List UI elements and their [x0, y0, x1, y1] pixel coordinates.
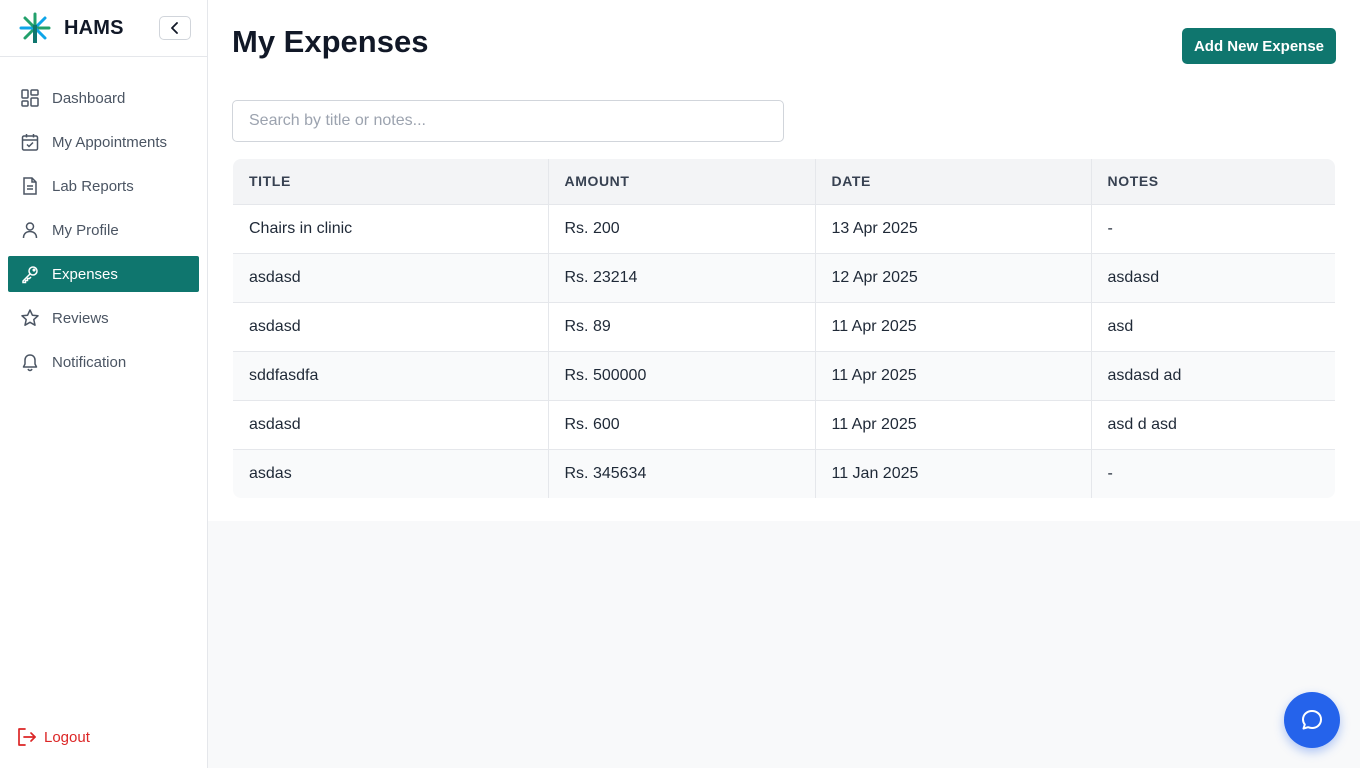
expenses-table: TITLE AMOUNT DATE NOTES Chairs in clinic…: [233, 159, 1335, 498]
sidebar-item-dashboard[interactable]: Dashboard: [8, 80, 199, 116]
cell-title: asdasd: [233, 253, 548, 303]
cell-notes: -: [1090, 204, 1335, 254]
cell-amount: Rs. 23214: [547, 253, 815, 303]
cell-notes: asd: [1090, 302, 1335, 352]
document-icon: [20, 176, 40, 196]
table-row[interactable]: asdasd Rs. 89 11 Apr 2025 asd: [233, 302, 1335, 352]
brand-header: HAMS: [0, 0, 207, 57]
cell-notes: asdasd: [1090, 253, 1335, 303]
table-row[interactable]: asdasd Rs. 23214 12 Apr 2025 asdasd: [233, 253, 1335, 303]
dashboard-icon: [20, 88, 40, 108]
logout-label: Logout: [44, 728, 90, 746]
search-input[interactable]: [232, 100, 784, 142]
table-row[interactable]: sddfasdfa Rs. 500000 11 Apr 2025 asdasd …: [233, 351, 1335, 401]
column-header-title[interactable]: TITLE: [233, 159, 548, 205]
logout-icon: [18, 728, 36, 746]
add-new-expense-button[interactable]: Add New Expense: [1182, 28, 1336, 64]
sidebar-item-label: My Profile: [52, 221, 119, 239]
sidebar-item-label: Expenses: [52, 265, 118, 283]
cell-title: Chairs in clinic: [233, 204, 548, 254]
column-header-date[interactable]: DATE: [814, 159, 1091, 205]
sidebar-item-my-profile[interactable]: My Profile: [8, 212, 199, 248]
cell-title: sddfasdfa: [233, 351, 548, 401]
sidebar-item-my-appointments[interactable]: My Appointments: [8, 124, 199, 160]
sidebar-item-label: Reviews: [52, 309, 109, 327]
calendar-check-icon: [20, 132, 40, 152]
chat-bubble-icon: [1302, 710, 1322, 730]
sidebar-item-label: Lab Reports: [52, 177, 134, 195]
cell-title: asdasd: [233, 400, 548, 450]
sidebar-item-notification[interactable]: Notification: [8, 344, 199, 380]
sidebar: HAMS Dashboard My Appointments Lab Repor…: [0, 0, 208, 768]
page-title: My Expenses: [232, 24, 429, 59]
hams-logo: [19, 12, 51, 43]
sidebar-item-expenses[interactable]: Expenses: [8, 256, 199, 292]
cell-amount: Rs. 600: [547, 400, 815, 450]
key-icon: [20, 264, 40, 284]
star-icon: [20, 308, 40, 328]
logout-button[interactable]: Logout: [16, 726, 90, 748]
cell-amount: Rs. 200: [547, 204, 815, 254]
table-row[interactable]: asdas Rs. 345634 11 Jan 2025 -: [233, 449, 1335, 498]
sidebar-nav: Dashboard My Appointments Lab Reports My…: [0, 57, 207, 380]
cell-date: 13 Apr 2025: [814, 204, 1091, 254]
cell-amount: Rs. 500000: [547, 351, 815, 401]
cell-date: 11 Apr 2025: [814, 351, 1091, 401]
sidebar-item-lab-reports[interactable]: Lab Reports: [8, 168, 199, 204]
cell-notes: -: [1090, 449, 1335, 498]
cell-amount: Rs. 89: [547, 302, 815, 352]
chat-button[interactable]: [1284, 692, 1340, 748]
sidebar-item-reviews[interactable]: Reviews: [8, 300, 199, 336]
cell-date: 11 Apr 2025: [814, 400, 1091, 450]
cell-amount: Rs. 345634: [547, 449, 815, 498]
sidebar-item-label: Notification: [52, 353, 127, 371]
cell-date: 11 Jan 2025: [814, 449, 1091, 498]
cell-title: asdasd: [233, 302, 548, 352]
cell-date: 11 Apr 2025: [814, 302, 1091, 352]
cell-notes: asd d asd: [1090, 400, 1335, 450]
column-header-notes[interactable]: NOTES: [1090, 159, 1335, 205]
table-row[interactable]: Chairs in clinic Rs. 200 13 Apr 2025 -: [233, 204, 1335, 254]
bell-icon: [20, 352, 40, 372]
user-icon: [20, 220, 40, 240]
cell-date: 12 Apr 2025: [814, 253, 1091, 303]
column-header-amount[interactable]: AMOUNT: [547, 159, 815, 205]
sidebar-item-label: Dashboard: [52, 89, 126, 107]
table-header-row: TITLE AMOUNT DATE NOTES: [233, 159, 1335, 205]
table-row[interactable]: asdasd Rs. 600 11 Apr 2025 asd d asd: [233, 400, 1335, 450]
cell-notes: asdasd ad: [1090, 351, 1335, 401]
sidebar-item-label: My Appointments: [52, 133, 168, 151]
chevron-left-icon: [171, 22, 178, 34]
collapse-sidebar-button[interactable]: [159, 16, 191, 40]
cell-title: asdas: [233, 449, 548, 498]
app-name: HAMS: [64, 16, 124, 39]
